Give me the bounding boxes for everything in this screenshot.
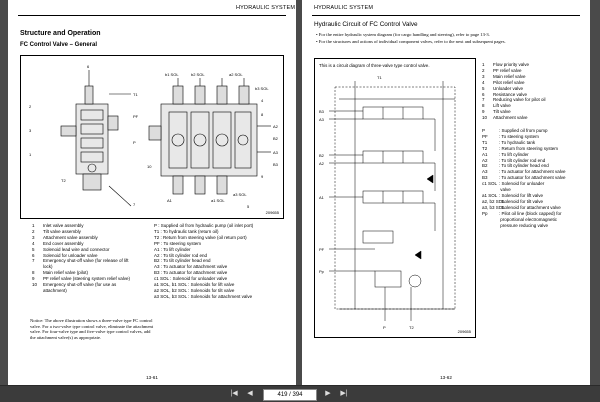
header-rule — [18, 15, 286, 16]
list-item: a3 SOL, b3 SOL : Solenoids for attachmen… — [154, 293, 253, 299]
parts-list: 1 Inlet valve assembly 2 Tilt valve assemb… — [32, 223, 130, 294]
page-number: 13-61 — [146, 375, 158, 380]
component-list: 1 Flow priority valve 2 PF relief valve 3M… — [482, 62, 546, 121]
subsection-title: FC Control Valve – General — [20, 42, 98, 48]
callout-t1: T1 — [133, 92, 138, 97]
callout-4: 4 — [261, 98, 264, 103]
callout-5: 5 — [247, 204, 250, 209]
port-legend: P: Supplied oil from pump PF: To steerin… — [482, 128, 565, 228]
figure-code: 209655 — [265, 210, 279, 215]
list-item: 10 Attachment valve — [482, 115, 528, 121]
page-title: Hydraulic Circuit of FC Control Valve — [314, 21, 418, 28]
diagram-label-b2: B2 — [319, 153, 325, 158]
diagram-label-a2: A2 — [319, 161, 325, 166]
diagram-label-t2: T2 — [409, 325, 414, 330]
list-item: attachment) — [43, 287, 67, 293]
callout-10: 10 — [147, 164, 152, 169]
page-header: HYDRAULIC SYSTEM — [236, 5, 296, 11]
diagram-label-p: P — [383, 325, 386, 330]
figure-caption: This is a circuit diagram of three-valve… — [319, 63, 430, 68]
diagram-label-a3: A3 — [319, 117, 325, 122]
callout-b1-sol: b1 SOL — [165, 72, 179, 77]
page-header: HYDRAULIC SYSTEM — [314, 5, 374, 11]
prev-page-icon[interactable]: ◀ — [244, 389, 256, 399]
callout-pf: PF — [133, 114, 139, 119]
callout-6: 6 — [87, 64, 90, 69]
ports-list: P : Supplied oil from hydraulic pump (oi… — [154, 223, 253, 300]
callout-8: 8 — [261, 112, 264, 117]
callout-p: P — [133, 140, 136, 145]
callout-3: 3 — [29, 128, 32, 133]
right-page: HYDRAULIC SYSTEM Hydraulic Circuit of FC… — [302, 0, 590, 386]
bullet-1: • For the entire hydraulic system diagra… — [316, 32, 490, 37]
callout-t2: T2 — [61, 178, 66, 183]
list-item: pressure reducing valve — [499, 222, 549, 228]
section-title: Structure and Operation — [20, 30, 101, 37]
first-page-icon[interactable]: |◀ — [228, 389, 240, 399]
callout-b3: B3 — [273, 162, 279, 167]
circuit-diagram: This is a circuit diagram of three-valve… — [314, 58, 476, 338]
valve-illustration: 6 2 3 1 b1 SOL a1 SOL b2 SOL a2 SOL a3 S… — [20, 55, 284, 219]
page-number: 13-62 — [440, 375, 452, 380]
callout-b3-sol: b3 SOL — [255, 86, 269, 91]
next-page-icon[interactable]: ▶ — [322, 389, 334, 399]
callout-a2: A2 — [273, 124, 279, 129]
callout-b2-sol: b2 SOL — [191, 72, 205, 77]
callout-a1: A1 — [167, 198, 173, 203]
figure-code: 209655 — [457, 329, 471, 334]
diagram-label-a1: A1 — [319, 195, 325, 200]
page-number-input[interactable]: 419 / 394 — [263, 389, 317, 401]
notice-text: Notice: The above illustration shows a t… — [30, 318, 154, 340]
callout-b2: B2 — [273, 136, 279, 141]
diagram-label-pf: PF — [319, 247, 325, 252]
header-rule — [312, 15, 580, 16]
last-page-icon[interactable]: ▶| — [338, 389, 350, 399]
callout-9: 9 — [261, 174, 264, 179]
diagram-label-t1: T1 — [377, 75, 382, 80]
callout-a3-sol: a3 SOL — [233, 192, 247, 197]
callout-a1-sol: a1 SOL — [211, 198, 225, 203]
bullet-2: • For the structures and actions of indi… — [316, 39, 506, 44]
callout-a2-sol: a2 SOL — [229, 72, 243, 77]
callout-7: 7 — [133, 202, 136, 207]
callout-2: 2 — [29, 104, 32, 109]
circuit-drawing: T1 B3 A3 B2 A2 A1 PF Pp P T2 — [319, 75, 456, 330]
diagram-label-b3: B3 — [319, 109, 325, 114]
valve-drawing: 6 2 3 1 b1 SOL a1 SOL b2 SOL a2 SOL a3 S… — [29, 64, 279, 209]
callout-1: 1 — [29, 152, 32, 157]
callout-a3: A3 — [273, 150, 279, 155]
diagram-label-pp: Pp — [319, 269, 325, 274]
viewer-toolbar: |◀ ◀ 419 / 394 ▶ ▶| — [0, 385, 600, 402]
left-page: HYDRAULIC SYSTEM Structure and Operation… — [8, 0, 296, 386]
